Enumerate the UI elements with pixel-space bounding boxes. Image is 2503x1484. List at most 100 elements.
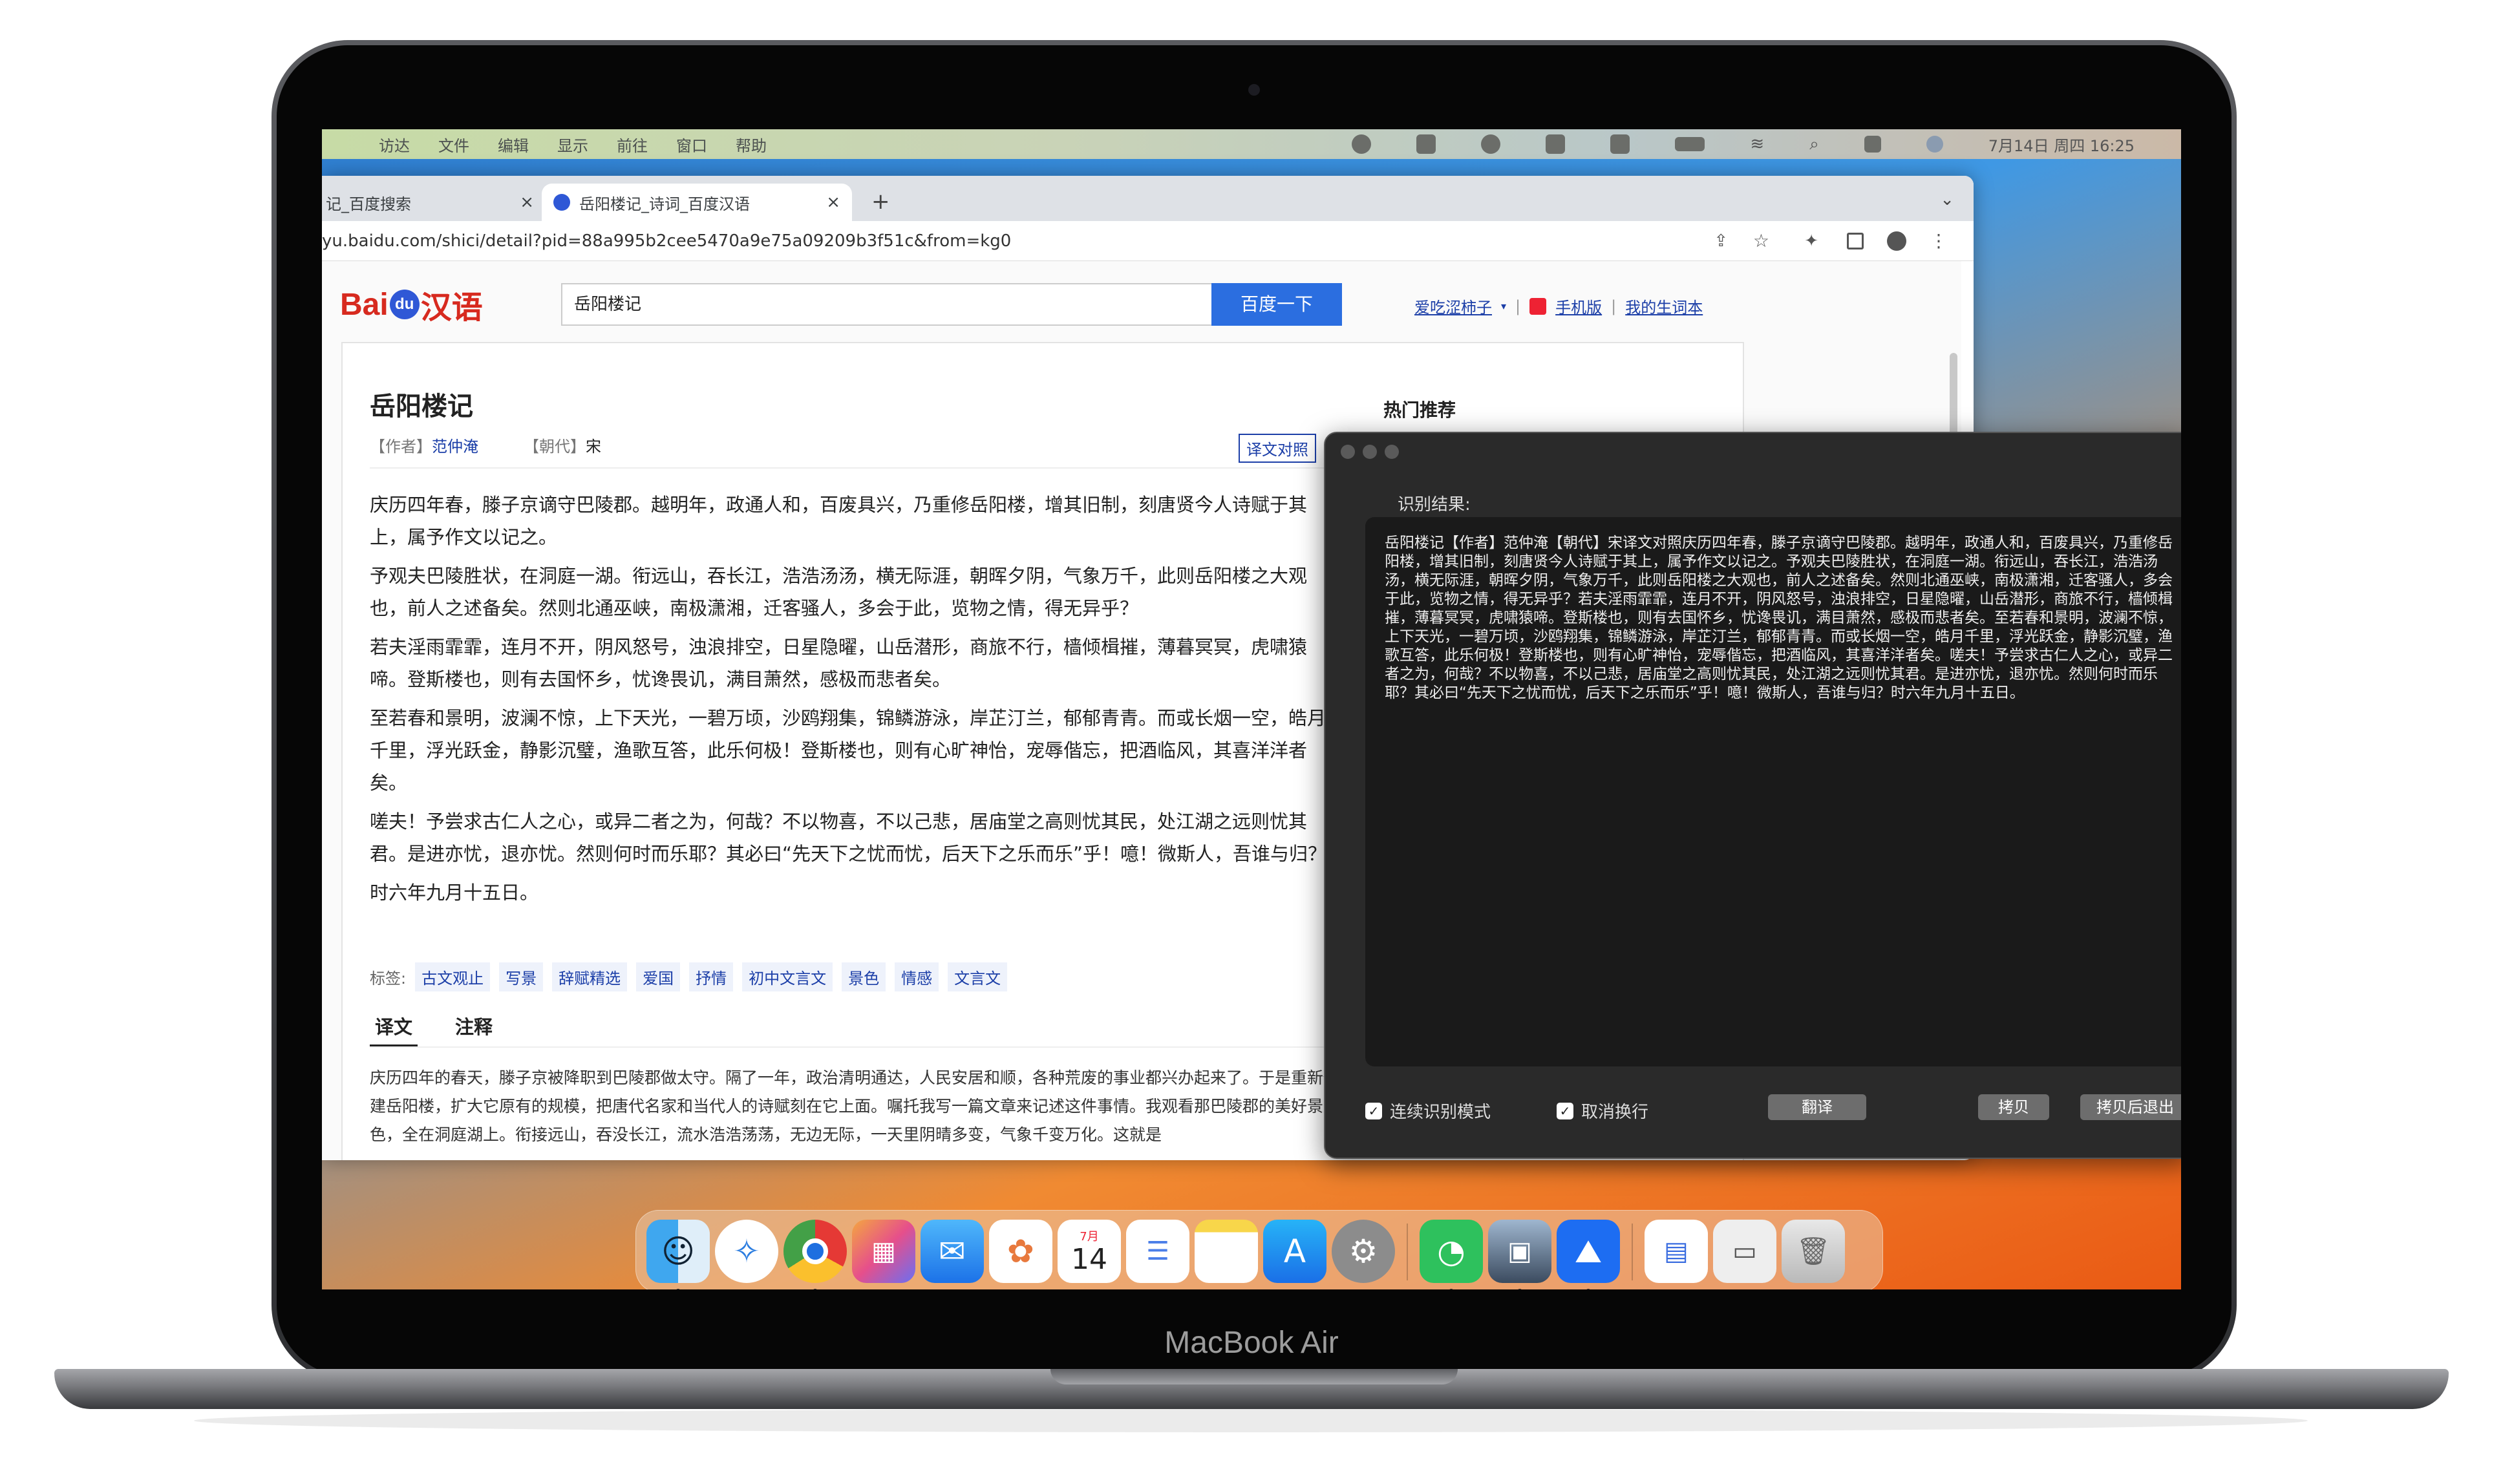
menu-item[interactable]: 窗口 (676, 133, 707, 156)
image-status-icon[interactable] (1610, 134, 1630, 154)
dynasty-value: 宋 (586, 438, 601, 456)
siri-icon[interactable] (1926, 136, 1943, 153)
menu-item[interactable]: 访达 (379, 133, 410, 156)
system-preferences-icon[interactable]: ⚙ (1332, 1220, 1395, 1283)
author-link[interactable]: 范仲淹 (432, 438, 478, 456)
poem-paragraph[interactable]: 予观夫巴陵胜状，在洞庭一湖。衔远山，吞长江，浩浩汤汤，横无际涯，朝晖夕阴，气象万… (370, 560, 1333, 624)
document-icon[interactable]: ▤ (1645, 1220, 1708, 1283)
vocabulary-link[interactable]: 我的生词本 (1625, 295, 1703, 317)
poem-paragraph[interactable]: 至若春和景明，波澜不惊，上下天光，一碧万顷，沙鸥翔集，锦鳞游泳，岸芷汀兰，郁郁青… (370, 702, 1333, 799)
user-link[interactable]: 爱吃涩柿子 (1414, 295, 1492, 317)
hot-recommendations-title: 热门推荐 (1383, 399, 1456, 421)
tab-baidu-search[interactable]: 记_百度搜索 × (322, 184, 542, 221)
side-panel-icon[interactable] (1847, 232, 1864, 249)
zoom-window-icon[interactable] (1385, 445, 1399, 459)
dynasty-info: 【朝代】宋 (524, 434, 601, 456)
ocr-result-textarea[interactable]: 岳阳楼记【作者】范仲淹【朝代】宋译文对照庆历四年春，滕子京谪守巴陵郡。越明年，政… (1365, 517, 2181, 1066)
tag[interactable]: 古文观止 (415, 962, 491, 991)
mobile-version-link[interactable]: 手机版 (1555, 295, 1602, 317)
dropdown-arrow-icon[interactable]: ▾ (1501, 300, 1506, 312)
poem-paragraph[interactable]: 庆历四年春，滕子京谪守巴陵郡。越明年，政通人和，百废具兴，乃重修岳阳楼，增其旧制… (370, 489, 1333, 553)
clock-status-icon[interactable] (1481, 134, 1501, 154)
tag[interactable]: 爱国 (636, 962, 681, 991)
checkmark-icon[interactable]: ✓ (1557, 1102, 1573, 1119)
menu-item[interactable]: 显示 (557, 133, 588, 156)
search-input[interactable]: 岳阳楼记 (561, 283, 1214, 326)
photos-icon[interactable]: ✿ (989, 1220, 1052, 1283)
macbook-mockup: 访达 文件 编辑 显示 前往 窗口 帮助 ≋ ⌕ 7月14日 周四 16:25 (0, 0, 2503, 1484)
tab-translation[interactable]: 译文 (370, 1012, 418, 1047)
wechat-status-icon[interactable] (1416, 134, 1436, 154)
safari-icon[interactable]: ✧ (715, 1220, 778, 1283)
dock-separator (1407, 1224, 1408, 1280)
dynasty-label: 【朝代】 (524, 438, 586, 456)
copy-button[interactable]: 拷贝 (1978, 1094, 2049, 1120)
tab-notes[interactable]: 注释 (450, 1012, 498, 1047)
search-icon[interactable]: ⌕ (1809, 134, 1819, 154)
chrome-icon[interactable] (783, 1220, 847, 1283)
tag[interactable]: 景色 (842, 962, 886, 991)
tag[interactable]: 写景 (499, 962, 544, 991)
poem-paragraph[interactable]: 嗟夫！予尝求古仁人之心，或异二者之为，何哉？不以物喜，不以己悲，居庙堂之高则忧其… (370, 805, 1333, 870)
dock-separator (1632, 1224, 1633, 1280)
laptop-model-label: MacBook Air (1164, 1326, 1339, 1360)
new-tab-icon[interactable]: + (871, 189, 890, 215)
battery-icon[interactable] (1675, 137, 1705, 151)
poem-paragraph[interactable]: 若夫淫雨霏霏，连月不开，阴风怒号，浊浪排空，日星隐曜，山岳潜形，商旅不行，樯倾楫… (370, 631, 1333, 695)
preview-icon[interactable]: ▣ (1488, 1220, 1551, 1283)
notes-icon[interactable] (1195, 1220, 1258, 1283)
poem-paragraph[interactable]: 时六年九月十五日。 (370, 876, 1333, 909)
checkbox-label: 取消换行 (1581, 1103, 1649, 1122)
close-tab-icon[interactable]: × (520, 193, 534, 212)
bookmark-star-icon[interactable]: ☆ (1753, 230, 1769, 251)
continuous-mode-checkbox[interactable]: ✓ 连续识别模式 (1365, 1099, 1491, 1123)
author-info: 【作者】范仲淹 (370, 434, 478, 456)
cancel-linebreak-checkbox[interactable]: ✓ 取消换行 (1557, 1099, 1648, 1123)
finder-icon[interactable]: ☺ (646, 1220, 710, 1283)
menu-item[interactable]: 文件 (438, 133, 469, 156)
wifi-icon[interactable]: ≋ (1750, 134, 1764, 154)
author-label: 【作者】 (370, 438, 432, 456)
status-r-icon[interactable] (1352, 134, 1372, 154)
screenshot-icon[interactable]: ▭ (1713, 1220, 1776, 1283)
tag[interactable]: 辞赋精选 (552, 962, 628, 991)
close-tab-icon[interactable]: × (826, 193, 840, 212)
copy-exit-button[interactable]: 拷贝后退出 (2080, 1094, 2181, 1120)
tag[interactable]: 抒情 (689, 962, 734, 991)
menu-item[interactable]: 编辑 (498, 133, 529, 156)
translate-button[interactable]: 翻译 (1768, 1094, 1866, 1120)
desktop-screen: 访达 文件 编辑 显示 前往 窗口 帮助 ≋ ⌕ 7月14日 周四 16:25 (322, 129, 2181, 1289)
extensions-icon[interactable]: ✦ (1804, 231, 1818, 251)
control-center-icon[interactable] (1864, 136, 1881, 153)
grid-status-icon[interactable] (1546, 134, 1566, 154)
minimize-window-icon[interactable] (1363, 445, 1377, 459)
clock-text[interactable]: 7月14日 周四 16:25 (1988, 133, 2135, 156)
app-store-icon[interactable]: A (1263, 1220, 1326, 1283)
menu-item[interactable]: 帮助 (736, 133, 767, 156)
url-text[interactable]: yu.baidu.com/shici/detail?pid=88a995b2ce… (322, 231, 1011, 251)
reminders-icon[interactable]: ☰ (1126, 1220, 1189, 1283)
search-button[interactable]: 百度一下 (1211, 283, 1342, 326)
close-window-icon[interactable] (1341, 445, 1355, 459)
menu-kebab-icon[interactable]: ⋮ (1930, 230, 1948, 251)
tag[interactable]: 文言文 (948, 962, 1008, 991)
calendar-day: 14 (1071, 1243, 1107, 1276)
translation-contrast-button[interactable]: 译文对照 (1239, 434, 1316, 463)
profile-avatar-icon[interactable] (1887, 231, 1906, 251)
tab-search-chevron-icon[interactable]: ⌄ (1940, 190, 1954, 209)
wechat-icon[interactable]: ◔ (1420, 1220, 1483, 1283)
lark-icon[interactable]: ⛰ (1557, 1220, 1620, 1283)
menu-item[interactable]: 前往 (617, 133, 648, 156)
share-icon[interactable]: ⇪ (1714, 231, 1728, 251)
tag[interactable]: 情感 (895, 962, 939, 991)
calendar-icon[interactable]: 7月 14 (1058, 1220, 1121, 1283)
trash-icon[interactable]: 🗑 (1782, 1220, 1845, 1283)
mail-icon[interactable]: ✉ (921, 1220, 984, 1283)
checkmark-icon[interactable]: ✓ (1365, 1102, 1382, 1119)
tag-list: 标签: 古文观止 写景 辞赋精选 爱国 抒情 初中文言文 景色 情感 文言文 (370, 962, 1008, 991)
address-bar[interactable]: yu.baidu.com/shici/detail?pid=88a995b2ce… (322, 221, 1974, 261)
launchpad-icon[interactable]: ▦ (852, 1220, 915, 1283)
baidu-hanyu-logo[interactable]: Bai du 汉语 (340, 282, 483, 327)
tag[interactable]: 初中文言文 (742, 962, 833, 991)
tab-active[interactable]: 岳阳楼记_诗词_百度汉语 × (542, 184, 852, 221)
